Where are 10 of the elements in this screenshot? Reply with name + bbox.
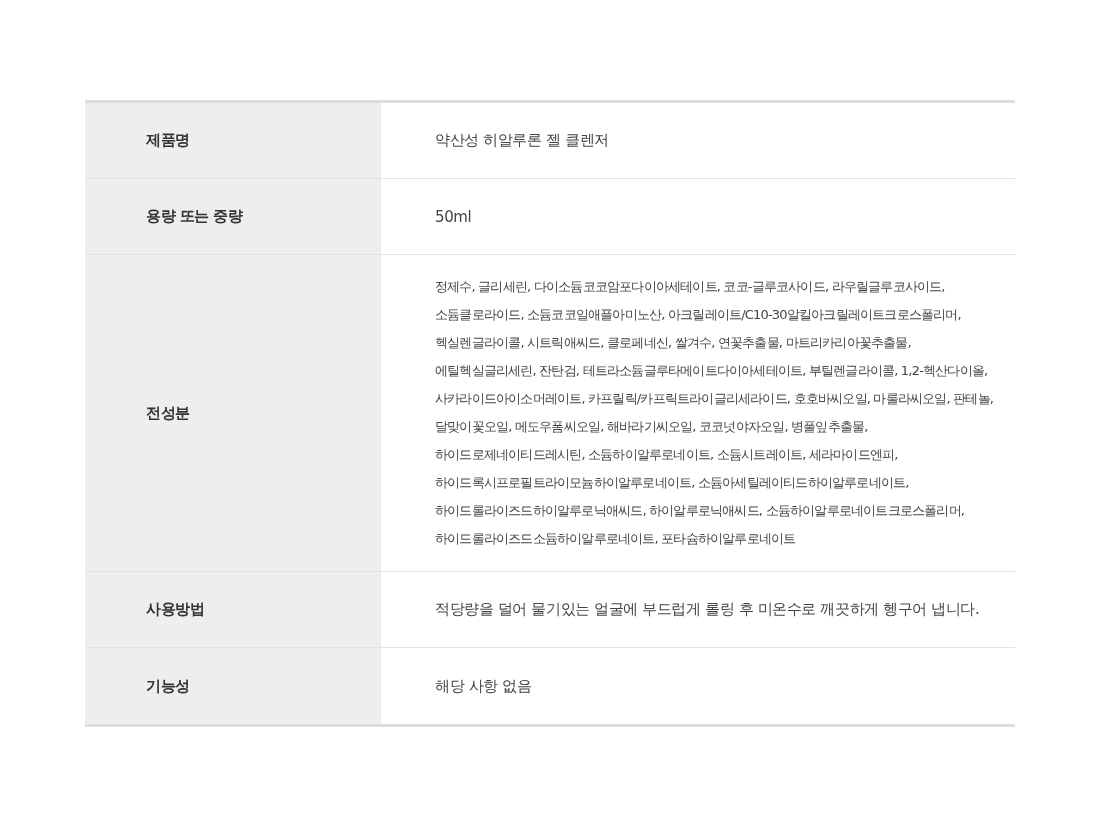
row-header-cell: 용량 또는 중량 <box>85 179 381 255</box>
row-header-cell: 전성분 <box>85 255 381 572</box>
row-header-cell: 사용방법 <box>85 572 381 648</box>
row-header-cell: 기능성 <box>85 648 381 724</box>
row-value: 50ml <box>435 207 472 226</box>
row-header-cell: 제품명 <box>85 103 381 179</box>
row-value: 적당량을 덜어 물기있는 얼굴에 부드럽게 롤링 후 미온수로 깨끗하게 헹구어 냅니다. <box>435 600 980 619</box>
row-value: 해당 사항 없음 <box>435 676 532 696</box>
row-value: 약산성 히알루론 젤 클렌저 <box>435 131 609 150</box>
row-value: 정제수, 글리세린, 다이소듐코코암포다이아세테이트, 코코-글루코사이드, 라우릴글루코사이드, 소듐클로라이드, 소듐코코일애플아미노산, 아크릴레이트/C10-30알킬아크릴레이트크로스폴리머, 헥실렌글라이콜, 시트릭애씨드, 클로페네신, 쌀겨수, 연꽃추출물, 마트리카리아꽃추출물, 에틸헥실글리세린, 잔탄검, 테트라소듐글루타메이트다이아세테이트, 부틸렌글라이콜, 1,2-헥산다이올, 사카라이드아이소머레이트, 카프릴릭/카프릭트라이글리세라이드, 호호바씨오일, 마룰라씨오일, 판테놀, 달맞이꽃오일, 메도우폼씨오일, 해바라기씨오일, 코코넛야자오일, 병풀잎추출물, 하이드로제네이티드레시틴, 소듐하이알루로네이트, 소듐시트레이트, 세라마이드엔피, 하이드록시프로필트라이모늄하이알루로네이트, 소듐아세틸레이티드하이알루로네이트, 하이드롤라이즈드하이알루로닉애씨드, 하이알루로닉애씨드, 소듐하이알루로네이트크로스폴리머, 하이드롤라이즈드소듐하이알루로네이트, 포타슘하이알루로네이트 <box>435 278 995 548</box>
